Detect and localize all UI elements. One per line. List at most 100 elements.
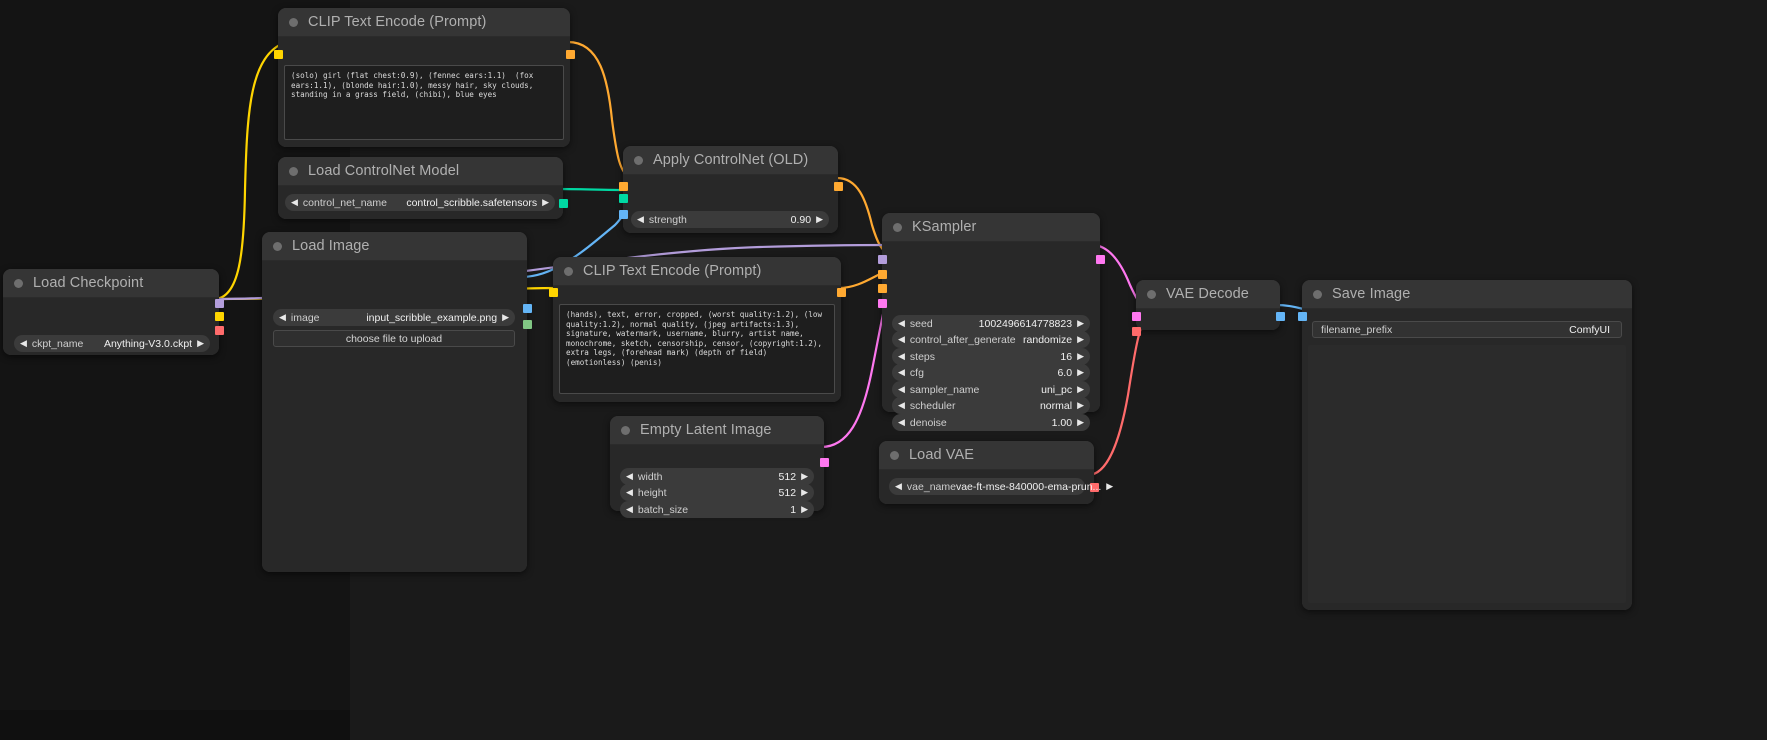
input-port-clip[interactable] [274, 50, 283, 59]
increment-arrow-icon[interactable]: ▶ [801, 505, 808, 514]
collapse-dot-icon[interactable] [14, 278, 23, 288]
widget-image-name[interactable]: ◀ image input_scribble_example.png ▶ [273, 309, 515, 326]
widget-control-net-name[interactable]: ◀ control_net_name control_scribble.safe… [285, 194, 555, 211]
widget-vae-name[interactable]: ◀ vae_name vae-ft-mse-840000-ema-prun...… [889, 478, 1113, 495]
input-port-samples[interactable] [1132, 312, 1141, 321]
decrement-arrow-icon[interactable]: ◀ [626, 488, 633, 497]
widget-height[interactable]: ◀ height 512 ▶ [620, 484, 814, 501]
output-port-latent[interactable] [820, 458, 829, 467]
node-save-image[interactable]: Save Image filename_prefix ComfyUI [1298, 280, 1632, 610]
decrement-arrow-icon[interactable]: ◀ [898, 352, 905, 361]
input-port-control-net[interactable] [619, 194, 628, 203]
decrement-arrow-icon[interactable]: ◀ [895, 482, 902, 491]
output-port-conditioning[interactable] [566, 50, 575, 59]
collapse-dot-icon[interactable] [1313, 289, 1322, 299]
node-title-bar[interactable]: Load VAE [879, 441, 1094, 470]
widget-width[interactable]: ◀ width 512 ▶ [620, 468, 814, 485]
increment-arrow-icon[interactable]: ▶ [1106, 482, 1113, 491]
node-apply-controlnet[interactable]: Apply ControlNet (OLD) ◀ strength 0.90 ▶ [619, 146, 843, 233]
input-port-vae[interactable] [1132, 327, 1141, 336]
decrement-arrow-icon[interactable]: ◀ [898, 319, 905, 328]
increment-arrow-icon[interactable]: ▶ [197, 339, 204, 348]
widget-ckpt-name[interactable]: ◀ ckpt_name Anything-V3.0.ckpt ▶ [14, 335, 210, 352]
collapse-dot-icon[interactable] [893, 222, 902, 232]
node-title-bar[interactable]: Apply ControlNet (OLD) [623, 146, 838, 175]
increment-arrow-icon[interactable]: ▶ [1077, 368, 1084, 377]
increment-arrow-icon[interactable]: ▶ [816, 215, 823, 224]
increment-arrow-icon[interactable]: ▶ [1077, 352, 1084, 361]
output-port-mask[interactable] [523, 320, 532, 329]
decrement-arrow-icon[interactable]: ◀ [291, 198, 298, 207]
node-empty-latent-image[interactable]: Empty Latent Image ◀ width 512 ▶ ◀ heigh… [610, 416, 829, 518]
widget-sampler-name[interactable]: ◀ sampler_name uni_pc ▶ [892, 381, 1090, 398]
collapse-dot-icon[interactable] [621, 425, 630, 435]
node-title-bar[interactable]: Empty Latent Image [610, 416, 824, 445]
collapse-dot-icon[interactable] [289, 166, 298, 176]
output-port-model[interactable] [215, 299, 224, 308]
output-port-image[interactable] [1276, 312, 1285, 321]
node-load-checkpoint[interactable]: Load Checkpoint ◀ ckpt_name Anything-V3.… [3, 269, 224, 355]
node-load-controlnet-model[interactable]: Load ControlNet Model ◀ control_net_name… [278, 157, 568, 219]
increment-arrow-icon[interactable]: ▶ [502, 313, 509, 322]
widget-control-after-generate[interactable]: ◀ control_after_generate randomize ▶ [892, 331, 1090, 348]
node-title-bar[interactable]: KSampler [882, 213, 1100, 242]
node-title-bar[interactable]: Save Image [1302, 280, 1632, 309]
increment-arrow-icon[interactable]: ▶ [1077, 401, 1084, 410]
widget-scheduler[interactable]: ◀ scheduler normal ▶ [892, 397, 1090, 414]
collapse-dot-icon[interactable] [289, 17, 298, 27]
collapse-dot-icon[interactable] [273, 241, 282, 251]
node-title-bar[interactable]: CLIP Text Encode (Prompt) [278, 8, 570, 37]
widget-filename-prefix[interactable]: filename_prefix ComfyUI [1312, 321, 1622, 338]
widget-strength[interactable]: ◀ strength 0.90 ▶ [631, 211, 829, 228]
workflow-canvas[interactable]: CLIP Text Encode (Prompt) (solo) girl (f… [0, 0, 1767, 740]
decrement-arrow-icon[interactable]: ◀ [279, 313, 286, 322]
increment-arrow-icon[interactable]: ▶ [542, 198, 549, 207]
output-port-conditioning[interactable] [837, 288, 846, 297]
increment-arrow-icon[interactable]: ▶ [801, 488, 808, 497]
increment-arrow-icon[interactable]: ▶ [1077, 385, 1084, 394]
input-port-conditioning[interactable] [619, 182, 628, 191]
increment-arrow-icon[interactable]: ▶ [1077, 418, 1084, 427]
widget-batch-size[interactable]: ◀ batch_size 1 ▶ [620, 501, 814, 518]
output-port-clip[interactable] [215, 312, 224, 321]
decrement-arrow-icon[interactable]: ◀ [898, 385, 905, 394]
widget-steps[interactable]: ◀ steps 16 ▶ [892, 348, 1090, 365]
input-port-images[interactable] [1298, 312, 1307, 321]
node-title-bar[interactable]: Load ControlNet Model [278, 157, 563, 186]
collapse-dot-icon[interactable] [634, 155, 643, 165]
output-port-conditioning[interactable] [834, 182, 843, 191]
increment-arrow-icon[interactable]: ▶ [1077, 319, 1084, 328]
node-title-bar[interactable]: CLIP Text Encode (Prompt) [553, 257, 841, 286]
node-ksampler[interactable]: KSampler ◀ seed 1002496614778823 ▶ ◀ con… [878, 213, 1105, 431]
input-port-clip[interactable] [549, 288, 558, 297]
input-port-image[interactable] [619, 210, 628, 219]
node-clip-text-encode-negative[interactable]: CLIP Text Encode (Prompt) (hands), text,… [549, 257, 846, 402]
node-title-bar[interactable]: Load Image [262, 232, 527, 261]
decrement-arrow-icon[interactable]: ◀ [637, 215, 644, 224]
decrement-arrow-icon[interactable]: ◀ [626, 505, 633, 514]
node-title-bar[interactable]: Load Checkpoint [3, 269, 219, 298]
decrement-arrow-icon[interactable]: ◀ [898, 401, 905, 410]
node-load-vae[interactable]: Load VAE ◀ vae_name vae-ft-mse-840000-em… [879, 441, 1113, 504]
collapse-dot-icon[interactable] [890, 450, 899, 460]
negative-prompt-textarea[interactable]: (hands), text, error, cropped, (worst qu… [559, 304, 835, 394]
node-clip-text-encode-positive[interactable]: CLIP Text Encode (Prompt) (solo) girl (f… [274, 8, 575, 147]
decrement-arrow-icon[interactable]: ◀ [626, 472, 633, 481]
decrement-arrow-icon[interactable]: ◀ [898, 335, 905, 344]
node-vae-decode[interactable]: VAE Decode [1132, 280, 1285, 336]
widget-cfg[interactable]: ◀ cfg 6.0 ▶ [892, 364, 1090, 381]
output-port-latent[interactable] [1096, 255, 1105, 264]
decrement-arrow-icon[interactable]: ◀ [898, 368, 905, 377]
input-port-latent-image[interactable] [878, 299, 887, 308]
upload-file-button[interactable]: choose file to upload [273, 330, 515, 347]
collapse-dot-icon[interactable] [564, 266, 573, 276]
output-port-vae[interactable] [215, 326, 224, 335]
decrement-arrow-icon[interactable]: ◀ [898, 418, 905, 427]
output-port-control-net[interactable] [559, 199, 568, 208]
input-port-model[interactable] [878, 255, 887, 264]
collapse-dot-icon[interactable] [1147, 289, 1156, 299]
widget-seed[interactable]: ◀ seed 1002496614778823 ▶ [892, 315, 1090, 332]
node-title-bar[interactable]: VAE Decode [1136, 280, 1280, 309]
widget-denoise[interactable]: ◀ denoise 1.00 ▶ [892, 414, 1090, 431]
decrement-arrow-icon[interactable]: ◀ [20, 339, 27, 348]
